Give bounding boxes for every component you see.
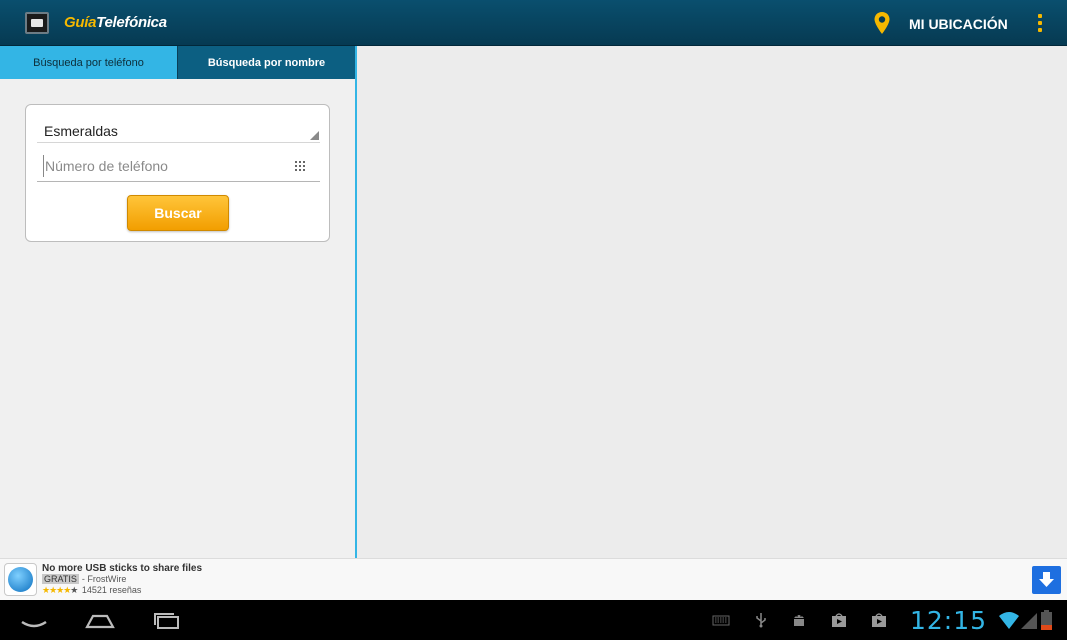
app-book-icon[interactable]	[25, 12, 49, 34]
my-location-button[interactable]: MI UBICACIÓN	[909, 16, 1008, 32]
ad-reviews: 14521 reseñas	[81, 585, 142, 595]
logo-telefonica: Telefónica	[96, 14, 167, 31]
download-button[interactable]	[1032, 566, 1061, 594]
overflow-menu-icon[interactable]	[1036, 14, 1044, 34]
province-value: Esmeraldas	[44, 123, 118, 139]
keyboard-icon	[712, 615, 730, 626]
wifi-icon	[999, 612, 1019, 629]
results-pane	[357, 46, 1067, 558]
ad-price-badge: GRATIS	[42, 574, 79, 584]
ad-publisher: - FrostWire	[81, 574, 127, 584]
tab-search-by-phone[interactable]: Búsqueda por teléfono	[0, 46, 177, 79]
spinner-arrow-icon	[310, 131, 319, 140]
dialpad-icon[interactable]	[295, 161, 305, 171]
phone-number-input[interactable]	[43, 155, 283, 177]
ad-meta: GRATIS - FrostWire	[42, 574, 126, 584]
province-spinner[interactable]: Esmeraldas	[37, 115, 320, 143]
logo-guia: Guía	[64, 14, 97, 31]
download-arrow-icon	[1039, 572, 1054, 587]
signal-icon	[1021, 613, 1037, 629]
app-logo: GuíaTelefónica	[64, 14, 167, 31]
location-pin-icon[interactable]	[873, 11, 891, 35]
play-store-update-icon	[872, 613, 886, 627]
recent-apps-icon[interactable]	[151, 608, 183, 632]
home-icon[interactable]	[84, 608, 116, 632]
status-clock: 12:15	[910, 606, 988, 635]
search-card: Esmeraldas Buscar	[25, 104, 330, 242]
action-bar: GuíaTelefónica MI UBICACIÓN	[0, 0, 1067, 46]
battery-icon	[1041, 610, 1052, 630]
android-debug-icon	[794, 615, 804, 626]
ad-title: No more USB sticks to share files	[42, 563, 203, 574]
tab-search-by-name[interactable]: Búsqueda por nombre	[177, 46, 355, 79]
search-pane: Búsqueda por teléfono Búsqueda por nombr…	[0, 46, 357, 558]
phone-number-field	[37, 149, 320, 182]
ad-rating: ★★★★★ 14521 reseñas	[42, 585, 141, 596]
usb-icon	[756, 613, 766, 628]
search-tabs: Búsqueda por teléfono Búsqueda por nombr…	[0, 46, 355, 79]
frostwire-app-icon[interactable]	[4, 563, 37, 596]
search-button[interactable]: Buscar	[127, 195, 229, 231]
play-store-icon	[832, 613, 846, 627]
ad-banner[interactable]: No more USB sticks to share files GRATIS…	[0, 558, 1067, 600]
system-nav-bar: 12:15	[0, 600, 1067, 640]
back-icon[interactable]	[18, 608, 50, 632]
rating-stars-icon: ★★★★★	[42, 585, 78, 595]
